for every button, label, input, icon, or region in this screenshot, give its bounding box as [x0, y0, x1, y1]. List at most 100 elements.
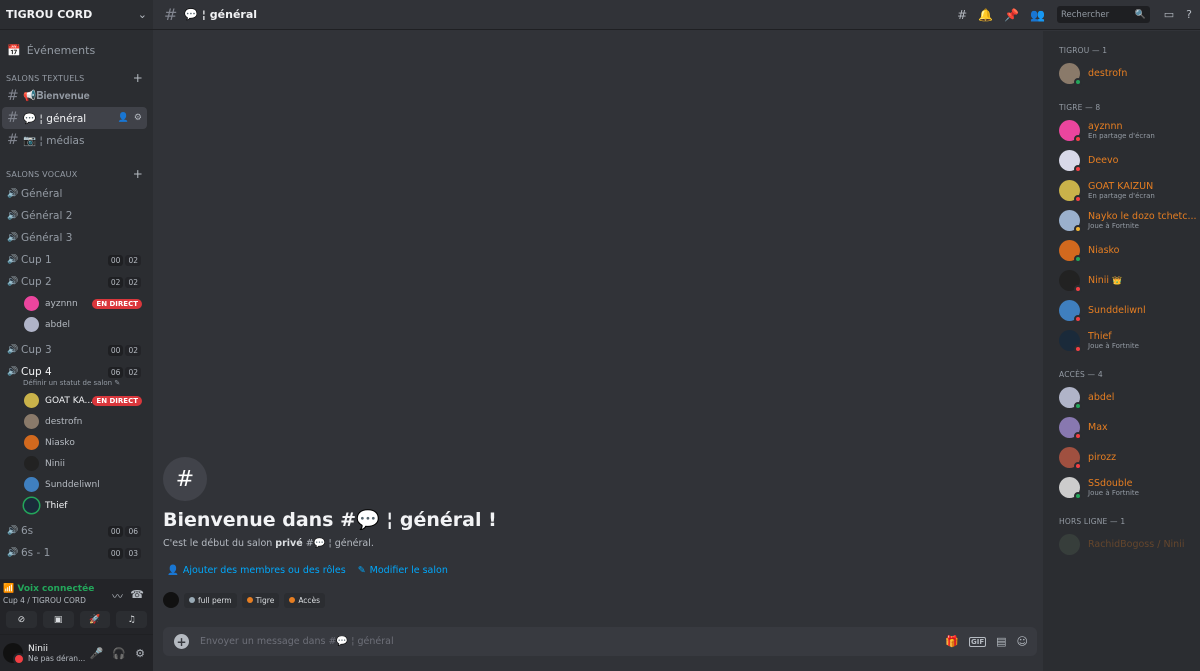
channel-title: 💬 ¦ général: [184, 8, 258, 21]
inbox-icon[interactable]: ▭: [1164, 8, 1174, 21]
welcome-sub-prefix: C'est le début du salon: [163, 538, 276, 549]
status-indicator: [1074, 491, 1082, 500]
voice-channel-6s-1[interactable]: 🔊 6s - 1 00 03: [0, 542, 153, 564]
voice-user[interactable]: Thief: [0, 495, 153, 516]
attach-plus-button[interactable]: +: [174, 634, 189, 649]
invite-icon[interactable]: 👤: [118, 113, 129, 123]
voice-channel-general-2[interactable]: 🔊 Général 2: [0, 205, 153, 227]
soundboard-button[interactable]: ♫: [116, 611, 147, 628]
voice-channel-cup-4[interactable]: 🔊 Cup 4 06 02: [0, 361, 153, 383]
member-item[interactable]: Thief Joue à Fortnite: [1059, 325, 1200, 355]
avatar[interactable]: [163, 592, 179, 608]
member-name: ayznnn: [1088, 121, 1155, 132]
role-pill[interactable]: full perm: [184, 592, 237, 608]
voice-channel-6s[interactable]: 🔊 6s 00 06: [0, 520, 153, 542]
status-indicator: [1074, 344, 1082, 353]
emoji-icon[interactable]: ☺: [1017, 635, 1028, 648]
gift-icon[interactable]: 🎁: [945, 635, 959, 648]
user-limit: 02: [125, 276, 141, 288]
voice-channel-general[interactable]: 🔊 Général: [0, 183, 153, 205]
channel-sidebar: TIGROU CORD ⌄ 📅 Événements SALONS TEXTUE…: [0, 0, 153, 671]
voice-user[interactable]: Sunddeliwnl: [0, 474, 153, 495]
voice-user[interactable]: abdel: [0, 314, 153, 335]
voice-user[interactable]: Ninii: [0, 453, 153, 474]
status-indicator: [1074, 401, 1082, 410]
welcome-subtitle: C'est le début du salon privé #💬 ¦ génér…: [163, 538, 374, 549]
voice-user[interactable]: destrofn: [0, 411, 153, 432]
role-pills: full perm Tigre Accès: [163, 592, 326, 608]
voice-channel-cup-1[interactable]: 🔊 Cup 1 00 02: [0, 249, 153, 271]
live-badge[interactable]: EN DIRECT: [92, 298, 142, 309]
gif-icon[interactable]: GIF: [968, 636, 987, 647]
disconnect-icon[interactable]: ☎: [130, 588, 144, 601]
channel-bienvenue[interactable]: # 📢𝐁𝐢𝐞𝐧𝐯𝐞𝐧𝐮𝐞: [2, 85, 147, 107]
voice-channel-general-3[interactable]: 🔊 Général 3: [0, 227, 153, 249]
user-limit: 02: [125, 366, 141, 378]
add-members-link[interactable]: 👤 Ajouter des membres ou des rôles: [167, 565, 346, 576]
server-header[interactable]: TIGROU CORD ⌄: [0, 0, 153, 30]
user-count: 00: [107, 344, 124, 356]
member-item[interactable]: SSdouble Joue à Fortnite: [1059, 472, 1200, 502]
voice-status[interactable]: 📶 Voix connectée: [3, 584, 94, 594]
avatar: [24, 317, 39, 332]
member-item[interactable]: Niasko: [1059, 235, 1200, 265]
member-name-text: GOAT KAIZUN: [1088, 180, 1154, 192]
avatar: [24, 414, 39, 429]
threads-icon[interactable]: #: [957, 8, 967, 22]
status-indicator: [1074, 224, 1082, 233]
member-item[interactable]: Nayko le dozo tchetc... Joue à Fortnite: [1059, 205, 1200, 235]
voice-user[interactable]: Niasko: [0, 432, 153, 453]
sticker-icon[interactable]: ▤: [996, 635, 1006, 648]
member-category: TIGROU — 1: [1059, 46, 1108, 55]
voice-channel-cup-2[interactable]: 🔊 Cup 2 02 02: [0, 271, 153, 293]
member-item[interactable]: RachidBogoss / Ninii: [1059, 529, 1200, 559]
bell-icon[interactable]: 🔔: [978, 8, 993, 22]
gear-icon[interactable]: ⚙: [134, 113, 142, 123]
channel-general[interactable]: # 💬 ¦ général 👤 ⚙: [2, 107, 147, 129]
add-channel-icon[interactable]: +: [133, 71, 143, 85]
microphone-icon[interactable]: 🎤: [90, 647, 104, 660]
member-item[interactable]: ayznnn En partage d'écran: [1059, 115, 1200, 145]
voice-category[interactable]: SALONS VOCAUX +: [0, 167, 153, 181]
member-item[interactable]: Deevo: [1059, 145, 1200, 175]
avatar[interactable]: [3, 643, 25, 665]
voice-channel-cup-3[interactable]: 🔊 Cup 3 00 02: [0, 339, 153, 361]
events-item[interactable]: 📅 Événements: [0, 38, 153, 62]
add-channel-icon[interactable]: +: [133, 167, 143, 181]
avatar: [24, 393, 39, 408]
voice-category-label: SALONS VOCAUX: [6, 169, 78, 179]
member-name: Ninii 👑: [1088, 275, 1122, 286]
channel-medias[interactable]: # 📷 ¦ médias: [2, 129, 147, 151]
voice-channel-path[interactable]: Cup 4 / TIGROU CORD: [3, 596, 86, 605]
user-name[interactable]: Ninii: [28, 644, 85, 654]
role-pill[interactable]: Accès: [284, 592, 326, 608]
member-item[interactable]: abdel: [1059, 382, 1200, 412]
member-item[interactable]: Max: [1059, 412, 1200, 442]
members-icon[interactable]: 👥: [1030, 8, 1045, 22]
voice-user[interactable]: GOAT KA... EN DIRECT: [0, 390, 153, 411]
member-item[interactable]: pirozz: [1059, 442, 1200, 472]
member-item[interactable]: Sunddeliwnl: [1059, 295, 1200, 325]
member-item[interactable]: Ninii 👑: [1059, 265, 1200, 295]
pin-icon[interactable]: 📌: [1004, 8, 1019, 22]
headphones-icon[interactable]: 🎧: [112, 647, 126, 660]
live-badge[interactable]: EN DIRECT: [92, 395, 142, 406]
help-icon[interactable]: ?: [1186, 8, 1192, 21]
search-input[interactable]: Rechercher 🔍: [1057, 6, 1150, 23]
voice-user[interactable]: ayznnn EN DIRECT: [0, 293, 153, 314]
activity-button[interactable]: 🚀: [79, 611, 111, 628]
noise-suppression-icon[interactable]: 〰: [112, 588, 123, 604]
member-item[interactable]: destrofn: [1059, 58, 1200, 88]
crown-icon: 👑: [1112, 275, 1123, 285]
gear-icon[interactable]: ⚙: [135, 647, 145, 660]
role-pill[interactable]: Tigre: [241, 592, 280, 608]
status-indicator: [1074, 134, 1082, 143]
camera-off-button[interactable]: ⊘: [6, 611, 37, 628]
message-input[interactable]: [200, 636, 760, 647]
text-category[interactable]: SALONS TEXTUELS +: [0, 71, 153, 85]
chevron-down-icon[interactable]: ⌄: [138, 8, 147, 21]
edit-channel-link[interactable]: ✎ Modifier le salon: [358, 565, 448, 576]
status-indicator: [1074, 77, 1082, 86]
member-item[interactable]: GOAT KAIZUN En partage d'écran: [1059, 175, 1200, 205]
screen-share-button[interactable]: ▣: [42, 611, 74, 628]
